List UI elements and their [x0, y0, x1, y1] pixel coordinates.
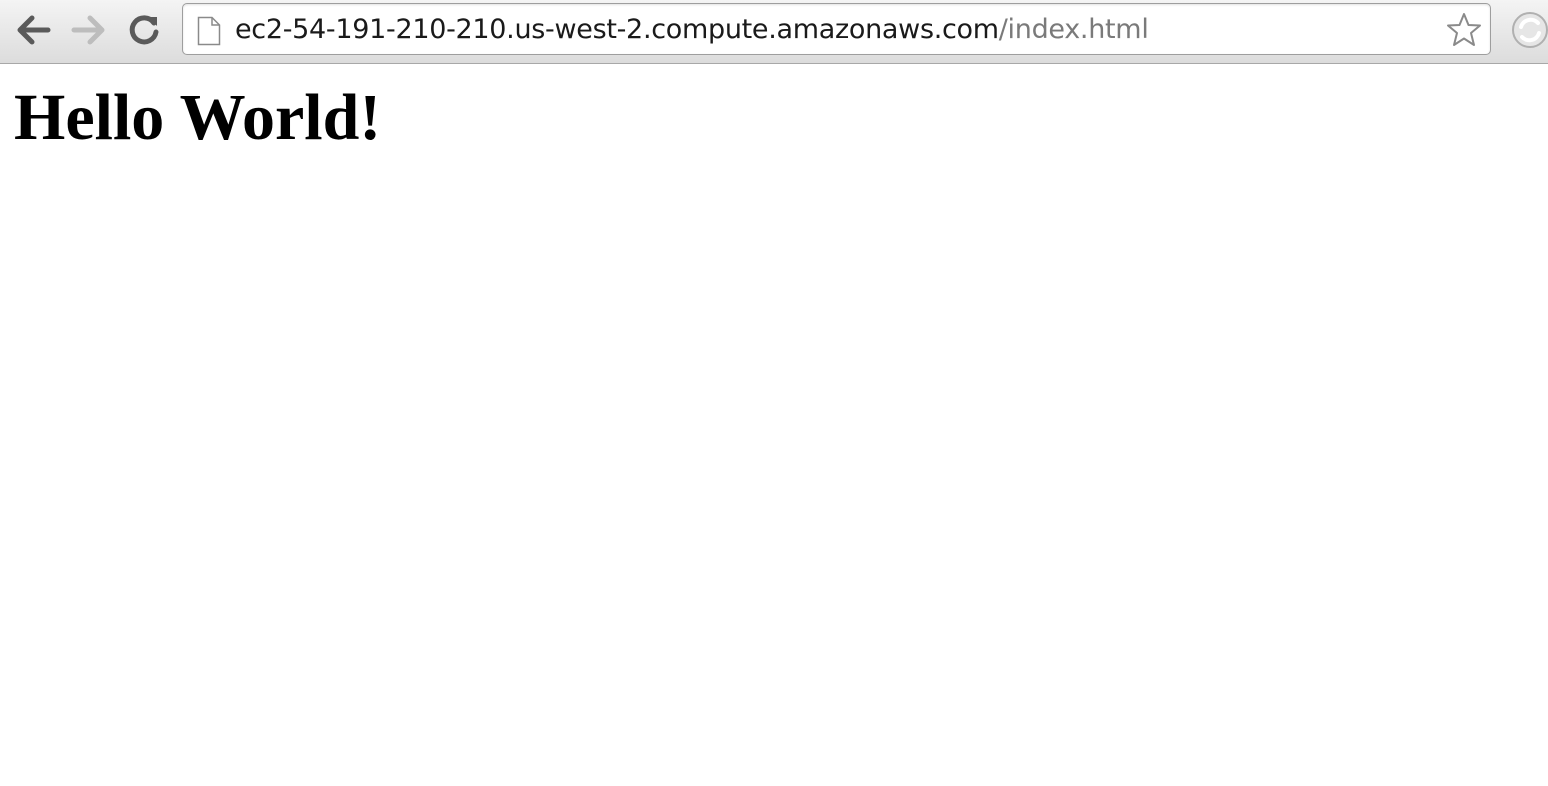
extension-button[interactable]: [1510, 10, 1548, 50]
forward-arrow-icon: [71, 15, 105, 45]
url-host: ec2-54-191-210-210.us-west-2.compute.ama…: [235, 14, 999, 45]
bookmark-star-button[interactable]: [1444, 10, 1484, 50]
page-heading: Hello World!: [14, 81, 382, 154]
reload-button[interactable]: [124, 10, 164, 50]
star-icon: [1447, 13, 1481, 46]
extension-icon: [1512, 12, 1548, 48]
forward-button[interactable]: [68, 10, 108, 50]
back-button[interactable]: [14, 10, 54, 50]
address-bar[interactable]: ec2-54-191-210-210.us-west-2.compute.ama…: [182, 3, 1491, 55]
browser-toolbar: ec2-54-191-210-210.us-west-2.compute.ama…: [0, 0, 1548, 64]
back-arrow-icon: [17, 15, 51, 45]
page-content: Hello World!: [0, 64, 1548, 786]
page-icon: [197, 16, 221, 46]
url-path: /index.html: [998, 14, 1149, 45]
url-text[interactable]: ec2-54-191-210-210.us-west-2.compute.ama…: [235, 11, 1149, 49]
reload-icon: [129, 15, 159, 45]
